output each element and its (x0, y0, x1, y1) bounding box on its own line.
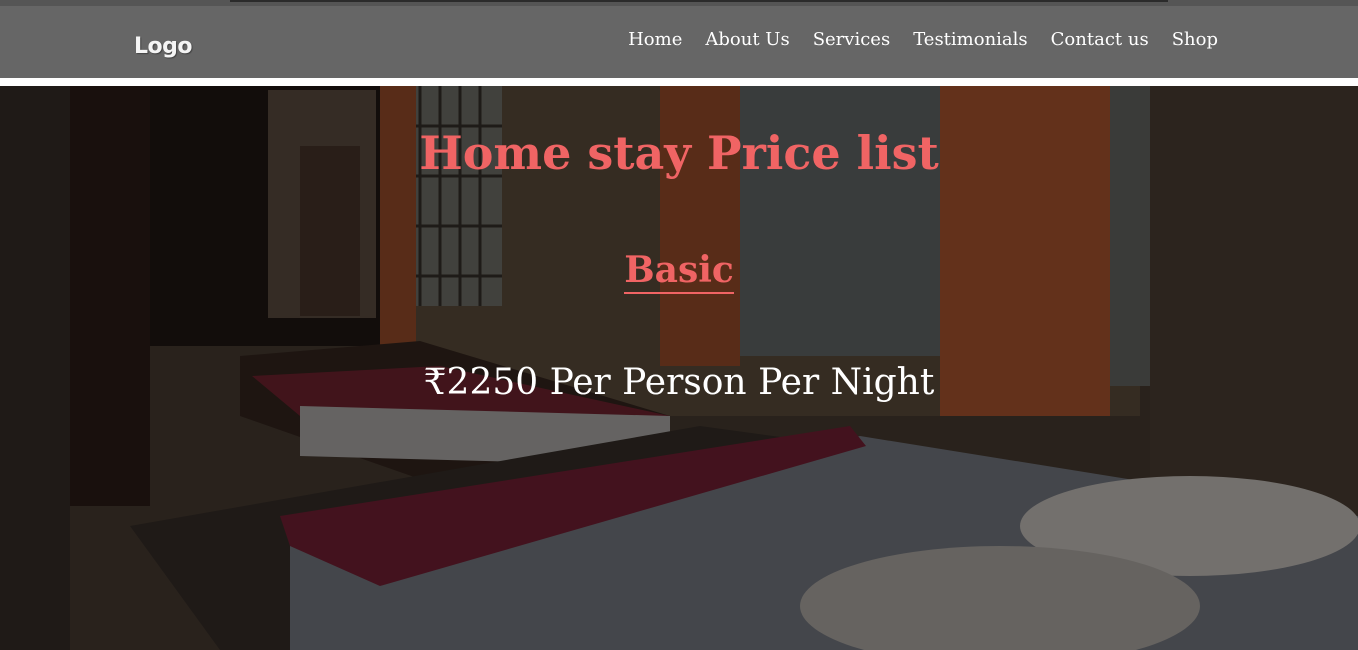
page-title: Home stay Price list (419, 126, 939, 180)
nav-about-us[interactable]: About Us (705, 29, 789, 50)
hero-section: Home stay Price list Basic ₹2250 Per Per… (0, 86, 1358, 650)
nav-shop[interactable]: Shop (1172, 29, 1218, 50)
top-strip-inner (230, 0, 1168, 2)
nav-contact-us[interactable]: Contact us (1051, 29, 1149, 50)
plan-name: Basic (0, 248, 1358, 294)
nav-testimonials[interactable]: Testimonials (913, 29, 1027, 50)
logo[interactable]: Logo (134, 34, 193, 59)
plan-name-text: Basic (624, 248, 734, 294)
main-nav: Home About Us Services Testimonials Cont… (628, 29, 1218, 50)
navbar: Logo Home About Us Services Testimonials… (0, 6, 1358, 78)
header-gap (0, 78, 1358, 86)
plan-price: ₹2250 Per Person Per Night (423, 362, 935, 403)
nav-home[interactable]: Home (628, 29, 682, 50)
nav-services[interactable]: Services (813, 29, 890, 50)
